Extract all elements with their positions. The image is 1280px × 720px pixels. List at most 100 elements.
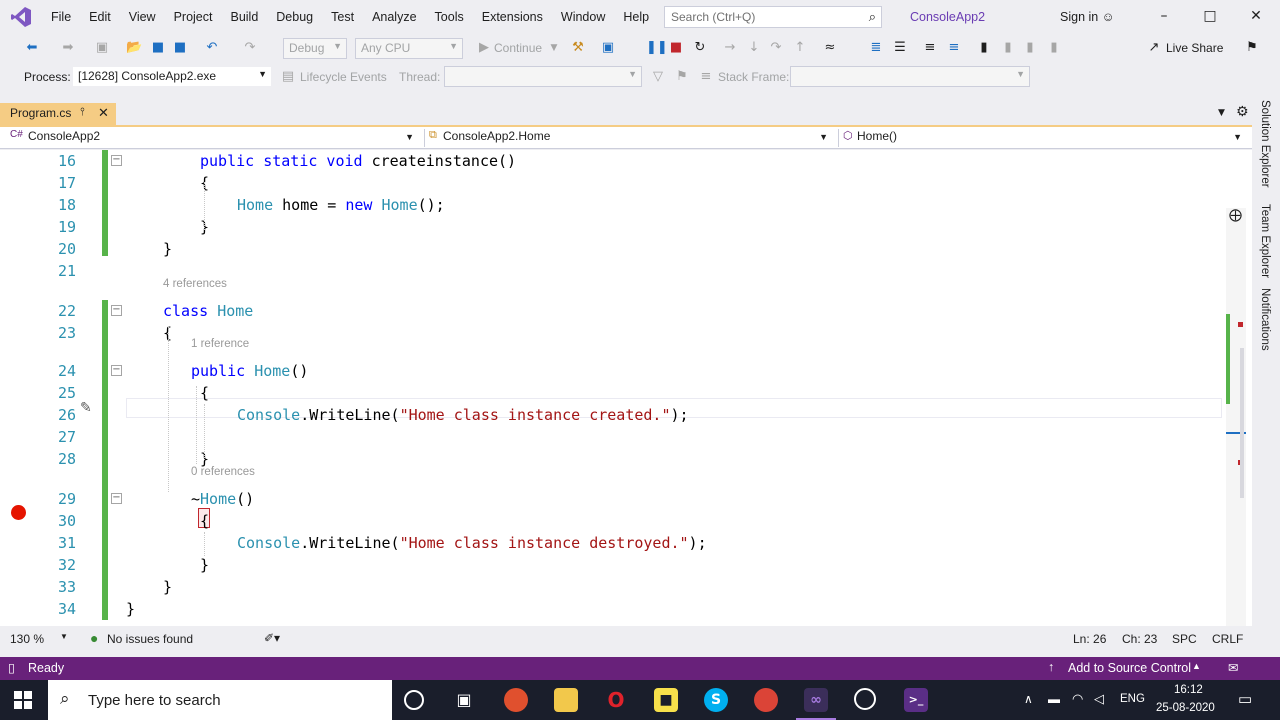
stack-frame-select[interactable]: ▼: [790, 66, 1030, 87]
collapse-icon[interactable]: −: [111, 305, 122, 316]
menu-help[interactable]: Help: [614, 0, 658, 34]
step-over-icon[interactable]: ↷: [768, 40, 784, 56]
tray-chevron-icon[interactable]: ∧: [1024, 692, 1033, 706]
menu-debug[interactable]: Debug: [267, 0, 322, 34]
hierarchy-icon[interactable]: ≣: [868, 40, 884, 56]
codelens-references[interactable]: 1 reference: [191, 338, 249, 350]
opera-icon[interactable]: O: [604, 688, 628, 712]
volume-icon[interactable]: ◁: [1094, 691, 1104, 707]
minimize-button[interactable]: –: [1154, 8, 1174, 24]
thread-select[interactable]: ▼: [444, 66, 642, 87]
taskbar-search-box[interactable]: ⌕ Type here to search: [48, 680, 392, 720]
configuration-select[interactable]: Debug ▼: [283, 38, 347, 59]
hot-reload-icon[interactable]: ≈: [822, 40, 838, 56]
add-to-source-control-button[interactable]: Add to Source Control: [1068, 661, 1191, 675]
line-ending[interactable]: CRLF: [1212, 632, 1243, 646]
code-line[interactable]: 28}: [0, 448, 1224, 470]
stop-icon[interactable]: ■: [668, 40, 684, 56]
menu-window[interactable]: Window: [552, 0, 614, 34]
notifications-bell-icon[interactable]: ✉: [1228, 660, 1238, 675]
vertical-scrollbar[interactable]: ⨁ ▼: [1226, 208, 1246, 626]
new-project-icon[interactable]: ▣: [94, 40, 110, 56]
code-line[interactable]: 33}: [0, 576, 1224, 598]
forward-icon[interactable]: ➡: [60, 40, 76, 56]
code-editor[interactable]: 16 public static void createinstance() 17{…: [0, 150, 1252, 626]
filter-icon[interactable]: ▽: [650, 69, 666, 85]
code-line[interactable]: 32}: [0, 554, 1224, 576]
columns-icon[interactable]: ☰: [892, 40, 908, 56]
redo-icon[interactable]: ↷: [242, 40, 258, 56]
collapse-icon[interactable]: −: [111, 155, 122, 166]
zoom-level[interactable]: 130 %: [10, 632, 44, 646]
show-next-statement-icon[interactable]: →: [722, 40, 738, 56]
settings-gear-icon[interactable]: ⚙: [1236, 104, 1249, 120]
chevron-down-icon[interactable]: ▼: [546, 40, 562, 56]
terminal-icon[interactable]: >_: [904, 688, 928, 712]
menu-file[interactable]: File: [42, 0, 80, 34]
language-indicator[interactable]: ENG: [1120, 693, 1145, 705]
cleanup-brush-icon[interactable]: ✐▾: [264, 631, 280, 645]
project-dropdown[interactable]: C# ConsoleApp2 ▼: [10, 129, 420, 147]
whitespace-mode[interactable]: SPC: [1172, 632, 1197, 646]
pause-icon[interactable]: ❚❚: [646, 40, 668, 56]
quick-actions-brush-icon[interactable]: ✎: [80, 400, 92, 416]
step-into-icon[interactable]: ↓: [746, 40, 762, 56]
side-tab-notifications[interactable]: Notifications: [1259, 288, 1271, 351]
paint-app-icon[interactable]: [504, 688, 528, 712]
sign-in-link[interactable]: Sign in ☺: [1060, 10, 1114, 24]
flag-icon[interactable]: ⚑: [674, 69, 690, 85]
comment-icon[interactable]: ≡: [922, 40, 938, 56]
scroll-thumb[interactable]: [1240, 348, 1244, 498]
step-out-icon[interactable]: ↑: [792, 40, 808, 56]
task-view-icon[interactable]: ▣: [452, 688, 476, 712]
visual-studio-taskbar-icon[interactable]: ∞: [804, 688, 828, 712]
collapse-icon[interactable]: −: [111, 365, 122, 376]
pin-icon[interactable]: ⫯: [80, 106, 85, 119]
code-line[interactable]: 22 class Home: [0, 300, 1224, 322]
network-drive-icon[interactable]: ▬: [1048, 692, 1060, 706]
clear-bookmark-icon[interactable]: ▮: [1046, 40, 1062, 56]
save-icon[interactable]: ■: [150, 40, 166, 56]
code-line[interactable]: 34}: [0, 598, 1224, 620]
action-center-icon[interactable]: ▭: [1238, 690, 1252, 708]
code-line[interactable]: 25 {: [0, 382, 1224, 404]
share-icon[interactable]: ↗: [1146, 40, 1162, 56]
save-all-icon[interactable]: ■: [172, 40, 188, 56]
prev-bookmark-icon[interactable]: ▮: [1000, 40, 1016, 56]
stack-icon[interactable]: ≡: [698, 69, 714, 85]
uncomment-icon[interactable]: ≡: [946, 40, 962, 56]
undo-icon[interactable]: ↶: [204, 40, 220, 56]
menu-extensions[interactable]: Extensions: [473, 0, 552, 34]
wifi-icon[interactable]: ◠: [1072, 691, 1083, 707]
next-bookmark-icon[interactable]: ▮: [1022, 40, 1038, 56]
attach-icon[interactable]: ⚒: [570, 40, 586, 56]
sticky-notes-icon[interactable]: ■: [654, 688, 678, 712]
menu-analyze[interactable]: Analyze: [363, 0, 425, 34]
code-line[interactable]: 30 {: [0, 510, 1224, 532]
split-icon[interactable]: ⨁: [1229, 208, 1242, 223]
code-line[interactable]: 24 public Home(): [0, 360, 1224, 382]
type-dropdown[interactable]: ⧉ ConsoleApp2.Home ▼: [424, 129, 832, 147]
maximize-button[interactable]: □: [1200, 8, 1220, 24]
lifecycle-events-button[interactable]: Lifecycle Events: [300, 70, 387, 84]
code-line[interactable]: 26 Console.WriteLine("Home class instance…: [0, 404, 1224, 426]
code-line[interactable]: 16 public static void createinstance(): [0, 150, 1224, 172]
chevron-down-icon[interactable]: ▼: [60, 632, 68, 641]
breakpoint-icon[interactable]: [11, 505, 26, 520]
menu-edit[interactable]: Edit: [80, 0, 120, 34]
obs-icon[interactable]: [854, 688, 876, 710]
code-line[interactable]: 18 Home home = new Home();: [0, 194, 1224, 216]
collapse-icon[interactable]: −: [111, 493, 122, 504]
code-line[interactable]: 19}: [0, 216, 1224, 238]
back-icon[interactable]: ⬅: [24, 40, 40, 56]
issues-status[interactable]: No issues found: [107, 632, 193, 646]
process-select[interactable]: [12628] ConsoleApp2.exe ▼: [72, 66, 272, 87]
tab-program-cs[interactable]: Program.cs ⫯ ✕: [0, 103, 116, 125]
menu-tools[interactable]: Tools: [426, 0, 473, 34]
chrome-icon[interactable]: [754, 688, 778, 712]
codelens-references[interactable]: 0 references: [191, 466, 255, 478]
menu-build[interactable]: Build: [221, 0, 267, 34]
menu-project[interactable]: Project: [165, 0, 222, 34]
code-line[interactable]: 23{: [0, 322, 1224, 344]
code-line[interactable]: 17{: [0, 172, 1224, 194]
